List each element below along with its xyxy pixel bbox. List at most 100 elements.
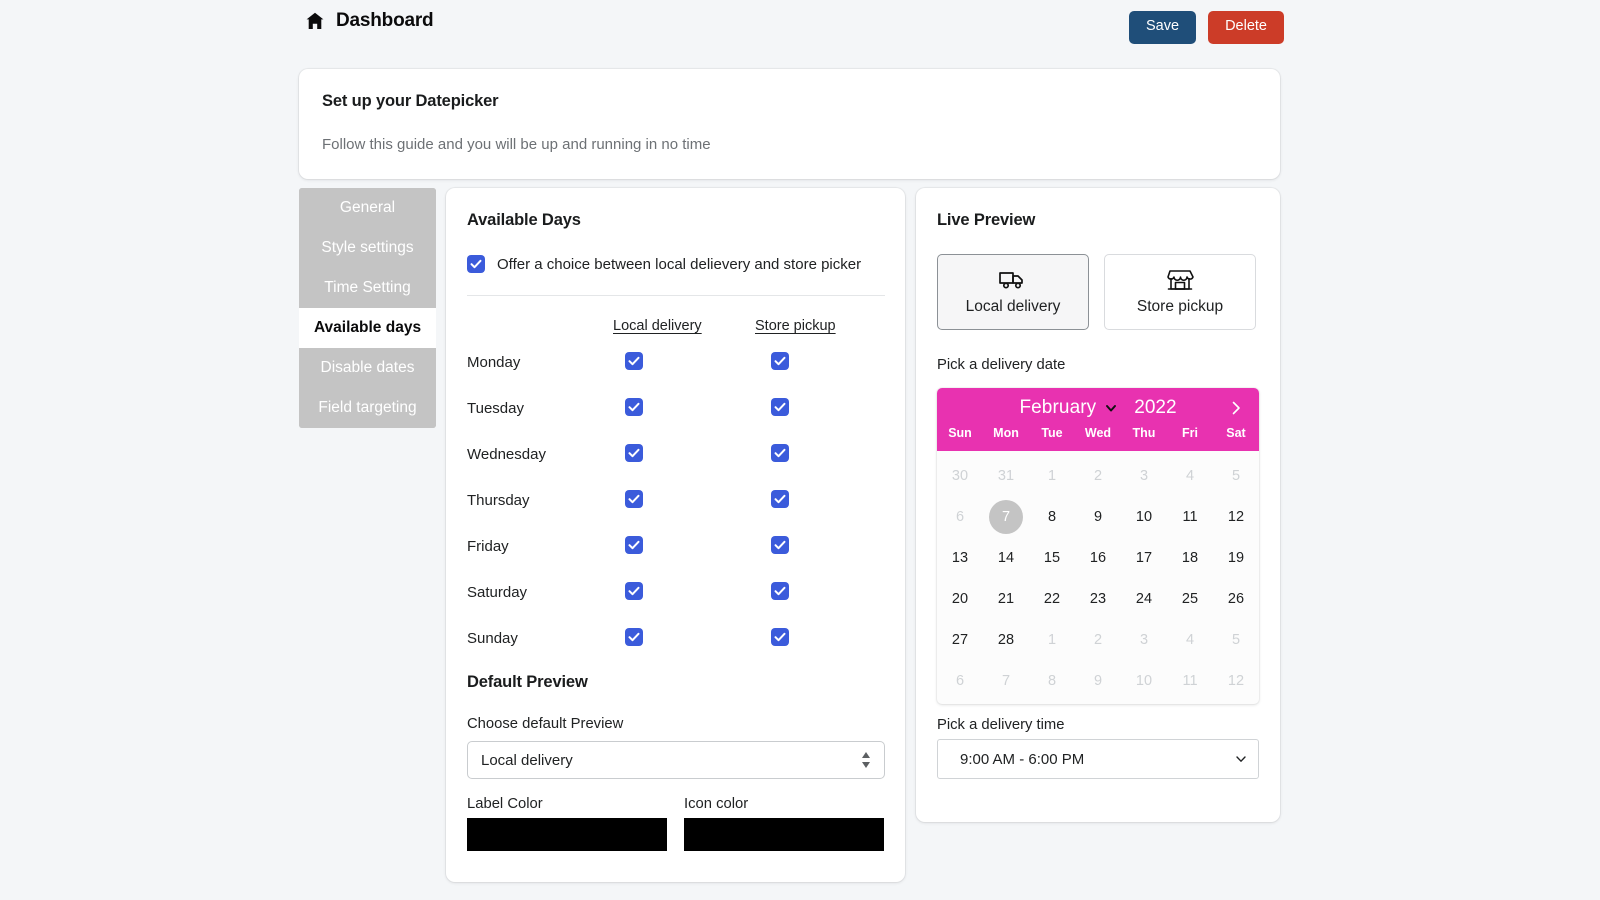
calendar-day: 3 xyxy=(1121,455,1167,496)
checkbox-store-thursday[interactable] xyxy=(771,490,789,508)
calendar-day-number: 27 xyxy=(952,632,968,648)
check-icon xyxy=(773,354,787,368)
calendar-day[interactable]: 20 xyxy=(937,578,983,619)
calendar-next-month-button[interactable] xyxy=(1223,395,1249,421)
availability-table: Local delivery Store pickup Monday Tuesd… xyxy=(467,318,887,668)
sidebar-item-label: Available days xyxy=(314,319,421,337)
checkbox-local-wednesday[interactable] xyxy=(625,444,643,462)
checkbox-store-monday[interactable] xyxy=(771,352,789,370)
checkbox-store-saturday[interactable] xyxy=(771,582,789,600)
day-label: Wednesday xyxy=(467,446,546,463)
calendar-day[interactable]: 9 xyxy=(1075,496,1121,537)
sidebar-item-label: General xyxy=(340,199,395,217)
calendar-day[interactable]: 26 xyxy=(1213,578,1259,619)
calendar-day[interactable]: 18 xyxy=(1167,537,1213,578)
calendar-day-number: 2 xyxy=(1094,468,1102,484)
checkbox-local-sunday[interactable] xyxy=(625,628,643,646)
calendar-day-number: 10 xyxy=(1136,509,1152,525)
calendar-day: 5 xyxy=(1213,619,1259,660)
weekday-label: Thu xyxy=(1121,426,1167,440)
column-header-local-delivery[interactable]: Local delivery xyxy=(613,318,702,334)
calendar-day-number: 22 xyxy=(1044,591,1060,607)
checkbox-local-saturday[interactable] xyxy=(625,582,643,600)
sidebar-item-time-setting[interactable]: Time Setting xyxy=(299,268,436,308)
table-row: Tuesday xyxy=(467,392,887,438)
calendar-day[interactable]: 21 xyxy=(983,578,1029,619)
checkbox-store-wednesday[interactable] xyxy=(771,444,789,462)
mode-button-store-pickup[interactable]: Store pickup xyxy=(1104,254,1256,330)
home-icon xyxy=(305,11,325,31)
calendar-day: 6 xyxy=(937,660,983,701)
top-bar-actions: Save Delete xyxy=(1129,11,1284,44)
day-label: Thursday xyxy=(467,492,530,509)
weekday-label: Wed xyxy=(1075,426,1121,440)
calendar-day[interactable]: 17 xyxy=(1121,537,1167,578)
default-preview-title: Default Preview xyxy=(467,673,588,692)
calendar-day[interactable]: 10 xyxy=(1121,496,1167,537)
calendar-day[interactable]: 28 xyxy=(983,619,1029,660)
calendar-day-number: 14 xyxy=(998,550,1014,566)
checkbox-local-thursday[interactable] xyxy=(625,490,643,508)
checkbox-local-friday[interactable] xyxy=(625,536,643,554)
calendar-day: 2 xyxy=(1075,455,1121,496)
weekday-label: Mon xyxy=(983,426,1029,440)
calendar-day[interactable]: 25 xyxy=(1167,578,1213,619)
calendar-day[interactable]: 16 xyxy=(1075,537,1121,578)
mode-button-local-delivery[interactable]: Local delivery xyxy=(937,254,1089,330)
delivery-time-select[interactable]: 9:00 AM - 6:00 PM xyxy=(937,739,1259,779)
calendar-day: 5 xyxy=(1213,455,1259,496)
calendar-day-number: 10 xyxy=(1136,673,1152,689)
calendar-day-number: 23 xyxy=(1090,591,1106,607)
chevron-down-icon[interactable] xyxy=(1104,401,1118,415)
calendar-day[interactable]: 8 xyxy=(1029,496,1075,537)
calendar-day-number: 6 xyxy=(956,509,964,525)
app-page: Dashboard Save Delete Set up your Datepi… xyxy=(0,0,1600,900)
calendar-day[interactable]: 11 xyxy=(1167,496,1213,537)
checkbox-local-monday[interactable] xyxy=(625,352,643,370)
calendar-day-number: 2 xyxy=(1094,632,1102,648)
calendar-day[interactable]: 22 xyxy=(1029,578,1075,619)
table-row: Sunday xyxy=(467,622,887,668)
calendar-month-year: February 2022 xyxy=(937,388,1259,428)
guide-subtitle: Follow this guide and you will be up and… xyxy=(322,136,711,153)
live-preview-card: Live Preview Local delivery Store pickup… xyxy=(916,188,1280,822)
sidebar-item-available-days[interactable]: Available days xyxy=(299,308,436,348)
storefront-icon xyxy=(1166,268,1194,292)
calendar-day[interactable]: 12 xyxy=(1213,496,1259,537)
calendar-day[interactable]: 24 xyxy=(1121,578,1167,619)
sidebar-item-disable-dates[interactable]: Disable dates xyxy=(299,348,436,388)
column-header-store-pickup[interactable]: Store pickup xyxy=(755,318,836,334)
sidebar-item-style-settings[interactable]: Style settings xyxy=(299,228,436,268)
check-icon xyxy=(627,584,641,598)
calendar-month-label: February xyxy=(1019,397,1096,419)
offer-choice-checkbox[interactable] xyxy=(467,255,485,273)
checkbox-store-sunday[interactable] xyxy=(771,628,789,646)
calendar-day-number: 18 xyxy=(1182,550,1198,566)
sidebar-item-general[interactable]: General xyxy=(299,188,436,228)
calendar-day-number: 4 xyxy=(1186,632,1194,648)
calendar-day[interactable]: 23 xyxy=(1075,578,1121,619)
calendar-day[interactable]: 14 xyxy=(983,537,1029,578)
weekday-label: Tue xyxy=(1029,426,1075,440)
icon-color-swatch[interactable] xyxy=(684,818,884,851)
mode-button-label: Local delivery xyxy=(966,298,1061,316)
checkbox-local-tuesday[interactable] xyxy=(625,398,643,416)
calendar-day-selected[interactable]: 7 xyxy=(983,496,1029,537)
checkbox-store-friday[interactable] xyxy=(771,536,789,554)
calendar-day[interactable]: 13 xyxy=(937,537,983,578)
delete-button[interactable]: Delete xyxy=(1208,11,1284,44)
calendar-day-number: 9 xyxy=(1094,673,1102,689)
save-button[interactable]: Save xyxy=(1129,11,1196,44)
weekday-label: Sun xyxy=(937,426,983,440)
calendar-day[interactable]: 15 xyxy=(1029,537,1075,578)
calendar-day[interactable]: 19 xyxy=(1213,537,1259,578)
checkbox-store-tuesday[interactable] xyxy=(771,398,789,416)
sidebar-item-field-targeting[interactable]: Field targeting xyxy=(299,388,436,428)
calendar-day-number: 1 xyxy=(1048,632,1056,648)
calendar-day[interactable]: 27 xyxy=(937,619,983,660)
table-row: Saturday xyxy=(467,576,887,622)
calendar-day-grid: 3031123456789101112131415161718192021222… xyxy=(937,451,1259,701)
default-preview-select[interactable]: Local delivery Store pickup xyxy=(467,741,885,779)
calendar-day-number: 24 xyxy=(1136,591,1152,607)
label-color-swatch[interactable] xyxy=(467,818,667,851)
